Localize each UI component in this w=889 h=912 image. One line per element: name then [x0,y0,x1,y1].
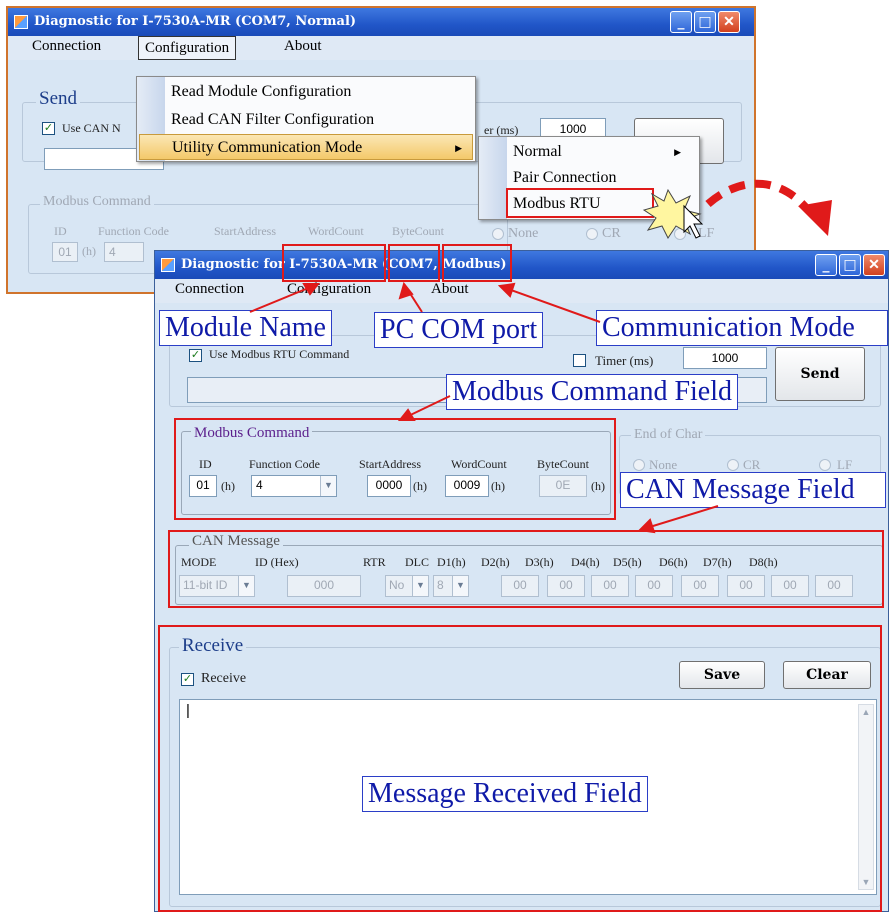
start-label-bg: StartAddress [214,224,276,238]
submenu-arrow-icon: ▶ [455,143,462,153]
menu-item-read-can-filter[interactable]: Read CAN Filter Configuration [171,107,467,133]
timer-label-fg: Timer (ms) [595,353,654,368]
menu-connection[interactable]: Connection [32,38,101,55]
use-can-checkbox[interactable]: ✓ [42,122,55,135]
app-icon [14,15,28,29]
maximize-icon[interactable]: □ [694,11,716,33]
annotation-message-received-field: Message Received Field [362,776,648,812]
menu-about[interactable]: About [284,38,322,55]
modbus-command-field-highlight [174,418,616,520]
send-button[interactable]: Send [775,347,865,401]
use-modbus-checkbox[interactable]: ✓ [189,349,202,362]
send-legend: Send [36,88,80,110]
id-label-bg: ID [54,224,67,238]
eoc-none-radio-bg[interactable] [492,228,504,240]
annotation-pc-com-port: PC COM port [374,312,544,348]
eoc-cr-label: CR [743,457,761,472]
byte-label-bg: ByteCount [392,224,445,238]
window-normal-title: Diagnostic for I-7530A-MR (COM7, Normal) [34,14,357,29]
configuration-menu: Read Module Configuration Read CAN Filte… [136,76,476,162]
annotation-can-message-field: CAN Message Field [620,472,886,508]
eoc-cr-label-bg: CR [602,226,621,241]
eoc-cr-radio-bg[interactable] [586,228,598,240]
submenu-stripe [479,137,507,219]
end-of-char-legend: End of Char [631,427,706,443]
timer-input-fg[interactable]: 1000 [683,347,767,369]
message-received-field-highlight [158,625,882,912]
submenu-item-normal[interactable]: Normal ▶ [513,139,691,165]
menu-item-utility-comm-mode-label: Utility Communication Mode [172,139,363,156]
eoc-lf-label-bg: LF [698,226,715,241]
eoc-lf-radio-bg[interactable] [674,228,686,240]
module-name-highlight [282,244,386,282]
menu-configuration[interactable]: Configuration [138,36,237,60]
window-normal-titlebar[interactable]: Diagnostic for I-7530A-MR (COM7, Normal)… [8,8,754,36]
modbus-legend-bg: Modbus Command [40,194,154,210]
menu-configuration-fg[interactable]: Configuration [287,281,371,298]
annotation-communication-mode: Communication Mode [596,310,888,346]
use-can-label: Use CAN N [62,121,121,135]
use-modbus-label: Use Modbus RTU Command [209,347,350,361]
menu-item-read-module-config[interactable]: Read Module Configuration [171,79,467,105]
close-icon-fg[interactable]: ✕ [863,254,885,276]
close-icon[interactable]: ✕ [718,11,740,33]
dashed-arrow-head-icon [798,200,832,236]
communication-mode-highlight [442,244,512,282]
menu-item-utility-comm-mode[interactable]: Utility Communication Mode ▶ [139,134,473,160]
id-input-bg[interactable]: 01 [52,242,78,262]
submenu-item-normal-label: Normal [513,143,562,160]
can-message-field-highlight [168,530,884,608]
eoc-none-label-bg: None [508,226,539,241]
window-modbus-titlebar[interactable]: Diagnostic for I-7530A-MR (COM7, Modbus)… [155,251,888,279]
submenu-normal-arrow-icon: ▶ [674,147,681,157]
maximize-icon-fg[interactable]: □ [839,254,861,276]
annotation-modbus-command-field: Modbus Command Field [446,374,739,410]
eoc-none-radio[interactable] [633,459,645,471]
eoc-lf-radio[interactable] [819,459,831,471]
minimize-icon-fg[interactable]: _ [815,254,837,276]
id-hex-suffix-bg: (h) [82,244,96,258]
eoc-lf-label: LF [837,457,853,472]
menu-connection-fg[interactable]: Connection [175,281,244,298]
word-label-bg: WordCount [308,224,364,238]
func-select-bg[interactable]: 4 [104,242,144,262]
eoc-cr-radio[interactable] [727,459,739,471]
modbus-rtu-highlight [506,188,654,218]
app-icon-fg [161,258,175,272]
minimize-icon[interactable]: _ [670,11,692,33]
window-modbus-menubar: Connection Configuration About [155,279,888,303]
menu-about-fg[interactable]: About [431,281,469,298]
func-label-bg: Function Code [98,224,169,238]
window-normal-menubar: Connection Configuration About [8,36,754,60]
eoc-none-label: None [649,457,678,472]
pc-com-port-highlight [388,244,440,282]
annotation-module-name: Module Name [159,310,332,346]
timer-checkbox[interactable] [573,354,586,367]
